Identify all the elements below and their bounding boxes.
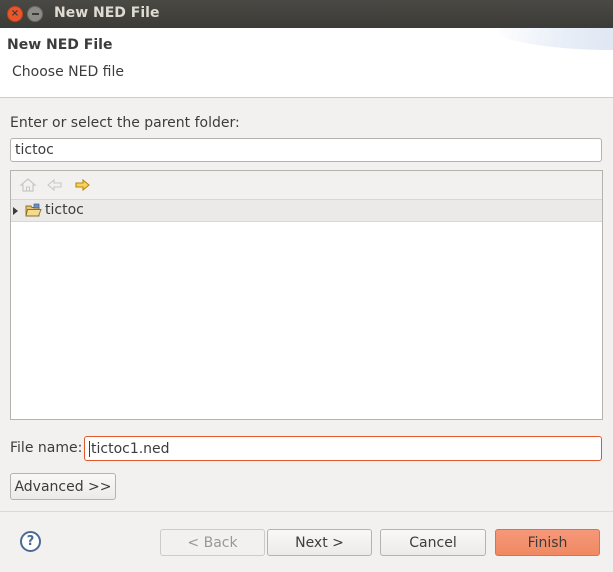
- back-button[interactable]: < Back: [160, 529, 265, 556]
- file-name-input[interactable]: tictoc1.ned: [84, 436, 602, 461]
- tree-item[interactable]: tictoc: [11, 200, 602, 222]
- file-name-label: File name:: [10, 440, 83, 456]
- wizard-header: New NED File Choose NED file: [0, 28, 613, 98]
- parent-folder-label: Enter or select the parent folder:: [10, 115, 240, 131]
- file-name-value: tictoc1.ned: [91, 440, 170, 457]
- wizard-page-title: New NED File: [7, 37, 113, 53]
- close-icon: ×: [10, 8, 20, 19]
- window-minimize-button[interactable]: [27, 6, 43, 22]
- header-banner-decoration: [493, 28, 613, 50]
- title-bar: × New NED File: [0, 0, 613, 28]
- advanced-button[interactable]: Advanced >>: [10, 473, 116, 500]
- tree-toolbar: [11, 171, 602, 200]
- expand-arrow-icon[interactable]: [13, 207, 18, 215]
- window-title: New NED File: [54, 5, 160, 21]
- window-close-button[interactable]: ×: [7, 6, 23, 22]
- cancel-button[interactable]: Cancel: [380, 529, 486, 556]
- minimize-icon: [31, 13, 39, 15]
- help-icon[interactable]: ?: [20, 531, 41, 552]
- forward-arrow-icon[interactable]: [73, 177, 91, 193]
- text-caret: [89, 440, 90, 457]
- home-icon[interactable]: [19, 177, 37, 193]
- open-project-folder-icon: [25, 203, 42, 217]
- next-button[interactable]: Next >: [267, 529, 372, 556]
- folder-tree[interactable]: tictoc: [10, 170, 603, 420]
- back-arrow-icon[interactable]: [46, 177, 64, 193]
- button-bar-separator: [0, 511, 613, 512]
- parent-folder-input[interactable]: tictoc: [10, 138, 602, 162]
- parent-folder-value: tictoc: [15, 142, 54, 158]
- finish-button[interactable]: Finish: [495, 529, 600, 556]
- tree-item-label: tictoc: [45, 202, 84, 218]
- wizard-page-description: Choose NED file: [12, 64, 125, 80]
